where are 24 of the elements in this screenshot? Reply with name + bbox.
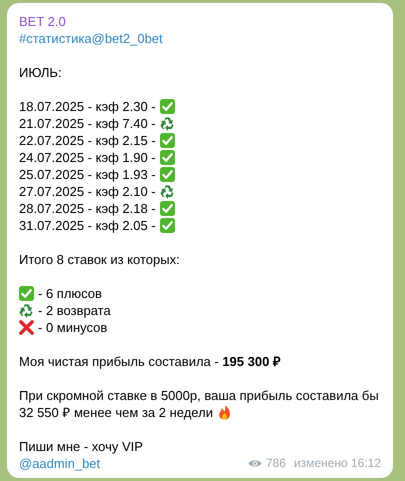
cta-text: Пиши мне - хочу VIP (19, 438, 144, 455)
bet-line: 24.07.2025 - кэф 1.90 - (19, 149, 156, 166)
bet-line: 18.07.2025 - кэф 2.30 - (19, 98, 156, 115)
promo-text: 32 550 ₽ менее чем за 2 недели (19, 404, 213, 421)
legend-text: - 0 минусов (38, 319, 108, 336)
channel-name[interactable]: BET 2.0 (19, 13, 383, 30)
bet-line: 28.07.2025 - кэф 2.18 - (19, 200, 156, 217)
contact-link[interactable]: @aadmin_bet (19, 455, 100, 472)
fire-icon (216, 405, 232, 420)
bet-line: 21.07.2025 - кэф 7.40 - (19, 115, 156, 132)
edited-time: изменено 16:12 (294, 455, 381, 472)
profit-text: Моя чистая прибыль составила - 195 300 ₽ (19, 353, 282, 370)
hashtag-link[interactable]: #статистика@bet2_0bet (19, 31, 163, 46)
legend-text: - 6 плюсов (38, 285, 102, 302)
bet-line: 25.07.2025 - кэф 1.93 - (19, 166, 156, 183)
promo-text: При скромной ставке в 5000р, ваша прибыль составила бы (19, 388, 379, 403)
bet-line: 31.07.2025 - кэф 2.05 - (19, 217, 156, 234)
bet-line: 27.07.2025 - кэф 2.10 - (19, 183, 156, 200)
month-heading: ИЮЛЬ: (19, 64, 63, 81)
eye-icon (248, 459, 262, 468)
legend-text: - 2 возврата (38, 302, 111, 319)
bet-line: 22.07.2025 - кэф 2.15 - (19, 132, 156, 149)
summary-text: Итого 8 ставок из которых: (19, 251, 181, 268)
view-count: 786 (266, 455, 286, 472)
